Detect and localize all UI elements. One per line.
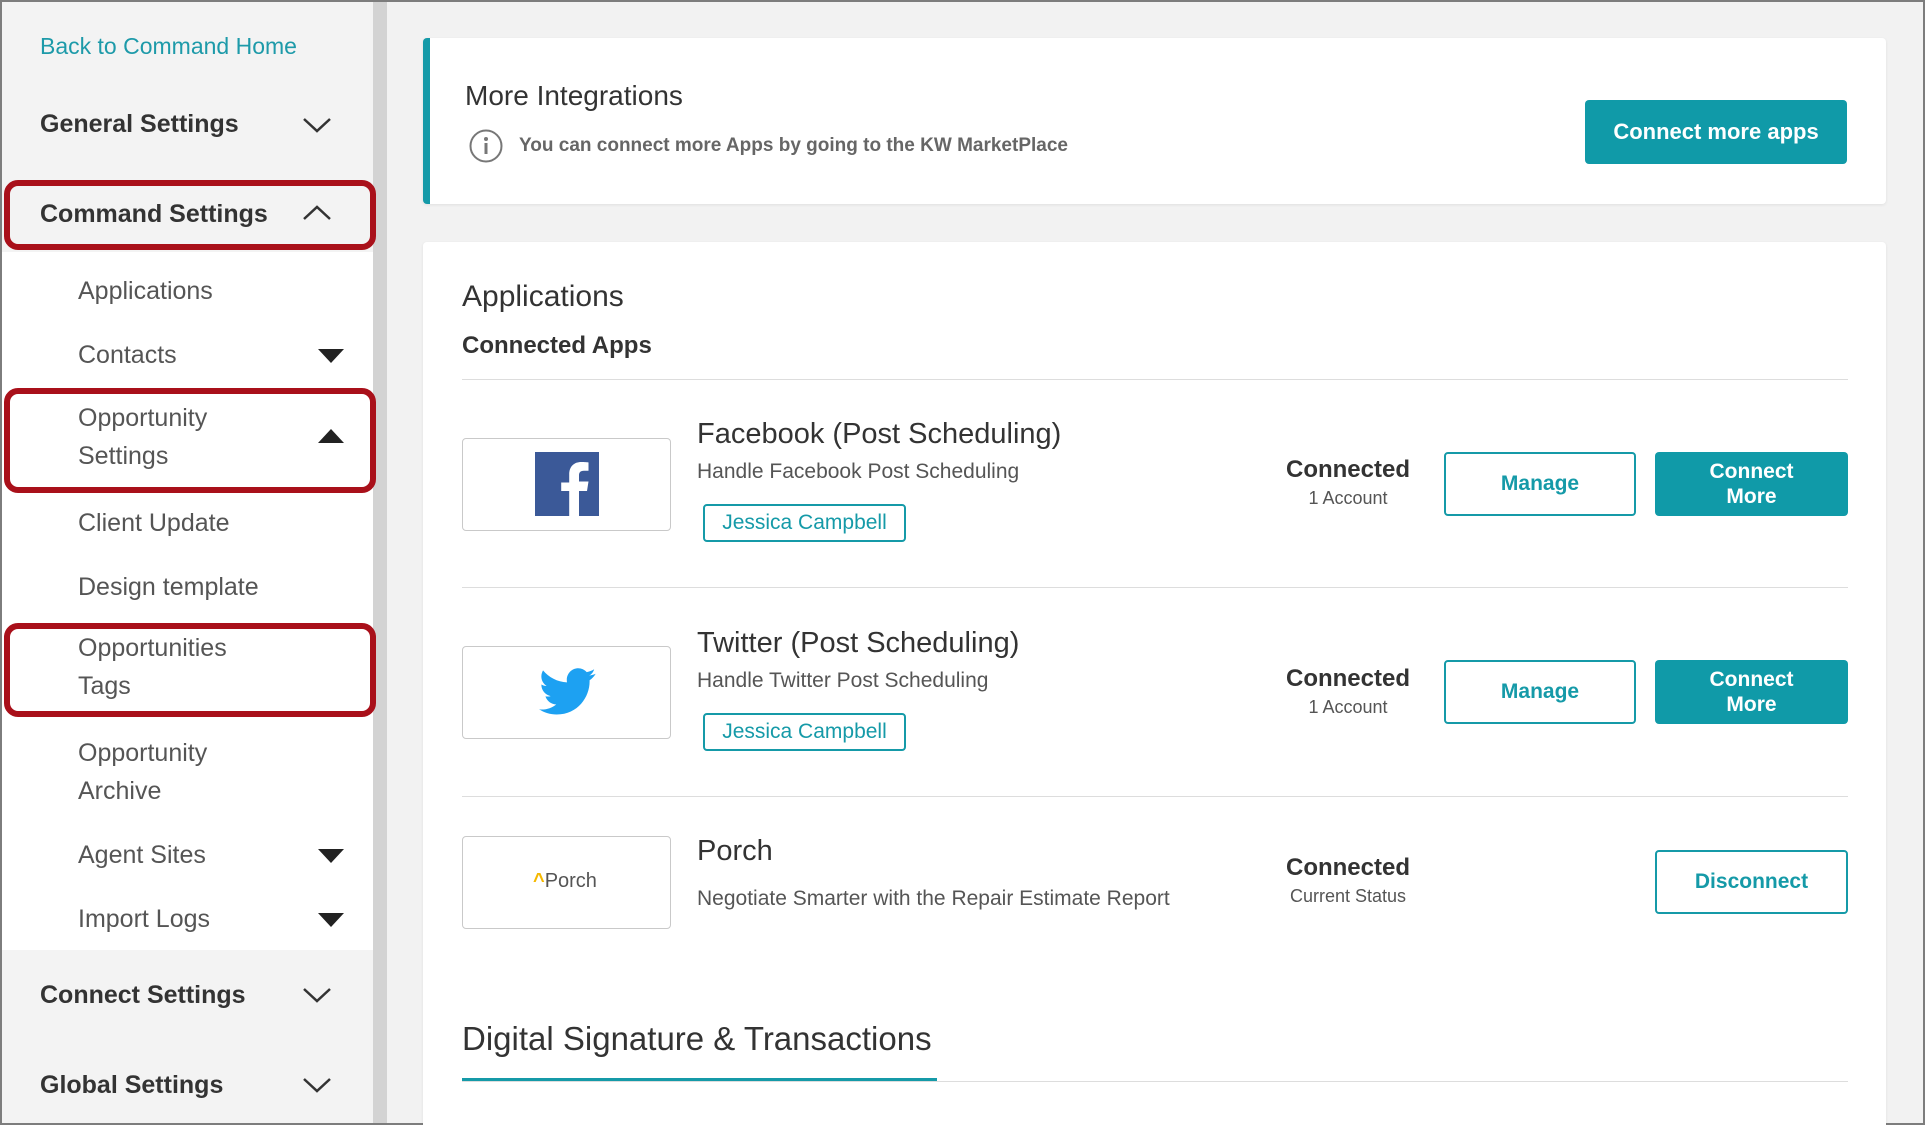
sidebar-item-design-template[interactable]: Design template xyxy=(78,568,259,606)
sidebar-scrollbar[interactable] xyxy=(373,2,387,1123)
global-settings-header[interactable]: Global Settings xyxy=(40,1071,223,1100)
app-description: Negotiate Smarter with the Repair Estima… xyxy=(697,887,1170,910)
caret-down-icon[interactable] xyxy=(318,849,344,863)
sidebar-item-contacts[interactable]: Contacts xyxy=(78,336,177,374)
status-label: Connected xyxy=(1285,456,1410,483)
connected-apps-title: Connected Apps xyxy=(462,332,652,359)
connect-more-button-line1: Connect xyxy=(1709,460,1794,483)
status-label: Connected xyxy=(1285,665,1410,692)
sidebar-item-opportunity-archive-line2[interactable]: Archive xyxy=(78,772,161,810)
status-label: Connected xyxy=(1285,854,1410,881)
sidebar-item-import-logs[interactable]: Import Logs xyxy=(78,900,210,938)
account-tag[interactable]: Jessica Campbell xyxy=(703,713,906,751)
porch-logo: ^Porch xyxy=(533,870,597,893)
app-description: Handle Facebook Post Scheduling xyxy=(697,460,1020,483)
app-name: Facebook (Post Scheduling) xyxy=(697,418,1062,450)
caret-down-icon[interactable] xyxy=(318,913,344,927)
porch-logo-box: ^Porch xyxy=(462,836,671,929)
sidebar: Back to Command Home General Settings Co… xyxy=(2,2,373,1123)
porch-roof-icon: ^ xyxy=(533,870,545,892)
connect-more-apps-button[interactable]: Connect more apps xyxy=(1585,100,1847,164)
more-integrations-card: More Integrations You can connect more A… xyxy=(423,38,1886,204)
more-integrations-title: More Integrations xyxy=(465,80,683,111)
manage-button[interactable]: Manage xyxy=(1444,452,1636,516)
account-tag[interactable]: Jessica Campbell xyxy=(703,504,906,542)
connection-status: Connected Current Status xyxy=(1273,854,1423,907)
back-to-command-home-link[interactable]: Back to Command Home xyxy=(40,33,297,60)
facebook-logo-box xyxy=(462,438,671,531)
connect-settings-header[interactable]: Connect Settings xyxy=(40,981,246,1010)
divider xyxy=(462,379,1848,380)
general-settings-header[interactable]: General Settings xyxy=(40,110,239,139)
more-integrations-info-text: You can connect more Apps by going to th… xyxy=(519,135,1068,156)
applications-title: Applications xyxy=(462,280,624,313)
connect-more-button-line2: More xyxy=(1726,485,1777,508)
highlight-opportunities-tags xyxy=(4,623,376,717)
sidebar-item-client-update[interactable]: Client Update xyxy=(78,504,229,542)
porch-logo-text: Porch xyxy=(544,870,597,892)
sidebar-item-opportunity-archive-line1[interactable]: Opportunity xyxy=(78,734,207,772)
twitter-bird-icon xyxy=(539,668,596,715)
highlight-command-settings xyxy=(4,180,376,250)
connect-more-button-line2: More xyxy=(1726,693,1777,716)
app-name: Porch xyxy=(697,835,773,867)
info-icon xyxy=(469,129,503,163)
divider xyxy=(462,796,1848,797)
status-sublabel: Current Status xyxy=(1289,886,1407,906)
twitter-logo-box xyxy=(462,646,671,739)
applications-card: Applications Connected Apps Facebook (Po… xyxy=(423,242,1886,1125)
disconnect-button[interactable]: Disconnect xyxy=(1655,850,1848,914)
chevron-down-icon[interactable] xyxy=(302,986,332,1004)
chevron-down-icon[interactable] xyxy=(302,1076,332,1094)
highlight-opportunity-settings xyxy=(4,388,376,493)
connection-status: Connected 1 Account xyxy=(1273,665,1423,718)
sidebar-item-agent-sites[interactable]: Agent Sites xyxy=(78,836,206,874)
connect-more-button-line1: Connect xyxy=(1709,668,1794,691)
tab-digital-signature-transactions[interactable]: Digital Signature & Transactions xyxy=(462,1020,932,1058)
manage-button[interactable]: Manage xyxy=(1444,660,1636,724)
chevron-down-icon[interactable] xyxy=(302,116,332,134)
caret-down-icon[interactable] xyxy=(318,349,344,363)
status-sublabel: 1 Account xyxy=(1308,488,1388,508)
status-sublabel: 1 Account xyxy=(1308,697,1388,717)
app-name: Twitter (Post Scheduling) xyxy=(697,627,1020,659)
connect-more-button[interactable]: Connect More xyxy=(1655,452,1848,516)
divider xyxy=(462,1081,1848,1082)
app-description: Handle Twitter Post Scheduling xyxy=(697,669,989,692)
facebook-icon xyxy=(535,452,599,516)
sidebar-item-applications[interactable]: Applications xyxy=(78,272,213,310)
divider xyxy=(462,587,1848,588)
connection-status: Connected 1 Account xyxy=(1273,456,1423,509)
connect-more-button[interactable]: Connect More xyxy=(1655,660,1848,724)
